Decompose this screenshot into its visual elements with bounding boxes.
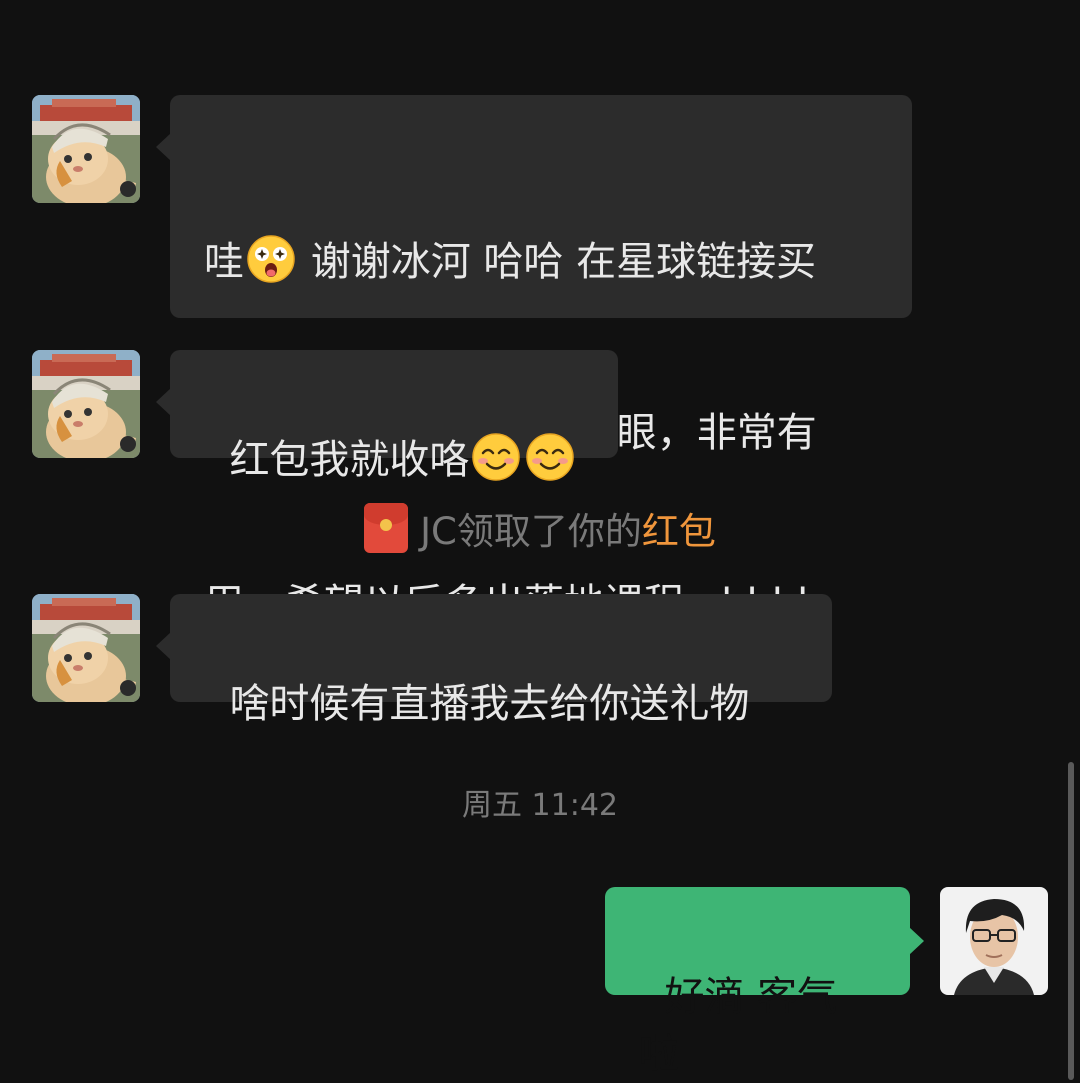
incoming-message-bubble[interactable]: 哇 谢谢冰河 哈哈 在星球链接买 的 视频看了几遍，开了眼，非常有 用，希望以后… xyxy=(156,95,912,627)
outgoing-message-bubble[interactable]: 好滴 客气啦 xyxy=(605,887,924,1077)
message-text: 好滴 客气啦 xyxy=(639,974,838,1077)
message-text: 谢谢冰河 哈哈 在星球链接买 xyxy=(298,239,817,285)
notice-text: JC领取了你的 xyxy=(420,510,642,553)
incoming-message-bubble[interactable]: 红包我就收咯 xyxy=(156,350,618,483)
my-avatar[interactable] xyxy=(940,887,1048,995)
star-struck-emoji-icon xyxy=(246,234,296,284)
contact-avatar[interactable] xyxy=(32,594,140,702)
message-text: 哇 xyxy=(204,239,244,285)
red-packet-icon xyxy=(364,503,409,553)
smiling-face-emoji-icon xyxy=(525,432,575,482)
message-line: 哇 谢谢冰河 哈哈 在星球链接买 xyxy=(204,234,878,291)
smiling-face-emoji-icon xyxy=(471,432,521,482)
contact-avatar[interactable] xyxy=(32,350,140,458)
message-text: 啥时候有直播我去给你送礼物 xyxy=(229,681,750,727)
contact-avatar[interactable] xyxy=(32,95,140,203)
incoming-message-bubble[interactable]: 啥时候有直播我去给你送礼物 xyxy=(156,594,832,727)
scrollbar-thumb[interactable] xyxy=(1068,762,1074,1080)
red-packet-link[interactable]: 红包 xyxy=(642,501,716,555)
red-packet-notice: JC领取了你的 红包 xyxy=(0,500,1080,556)
message-timestamp: 周五 11:42 xyxy=(462,788,618,823)
message-text: 红包我就收咯 xyxy=(229,437,470,483)
